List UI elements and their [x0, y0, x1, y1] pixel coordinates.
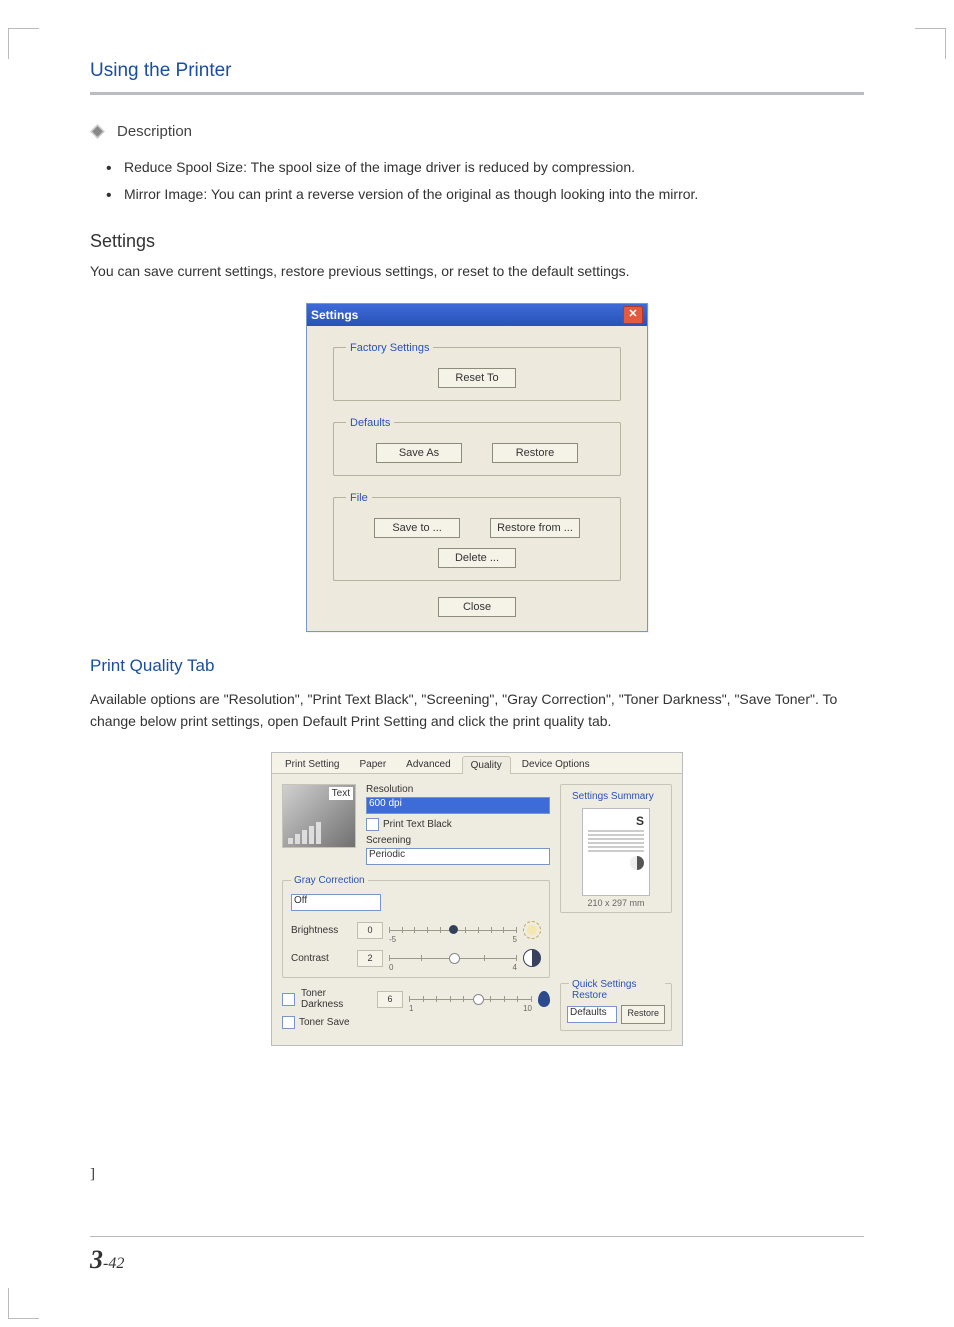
delete-button[interactable]: Delete ...	[438, 548, 516, 568]
tab-quality[interactable]: Quality	[462, 756, 511, 774]
close-icon[interactable]: ✕	[623, 306, 643, 324]
tab-paper[interactable]: Paper	[350, 755, 395, 773]
header-rule	[90, 92, 864, 95]
slider-max: 5	[513, 935, 517, 944]
group-legend: Defaults	[346, 417, 394, 429]
group-legend: Factory Settings	[346, 342, 433, 354]
resolution-label: Resolution	[366, 784, 550, 795]
print-quality-heading: Print Quality Tab	[90, 656, 864, 676]
restore-button[interactable]: Restore	[492, 443, 578, 463]
crop-mark	[915, 28, 946, 59]
list-item: Mirror Image: You can print a reverse ve…	[124, 181, 864, 208]
contrast-value: 2	[357, 950, 383, 967]
brightness-label: Brightness	[291, 925, 351, 936]
print-quality-body: Available options are "Resolution", "Pri…	[90, 688, 864, 733]
contrast-icon	[523, 949, 541, 967]
gray-correction-group: Gray Correction Off Brightness 0 -5 5	[282, 875, 550, 978]
quick-settings-restore-group: Quick Settings Restore Defaults Restore	[560, 983, 672, 1031]
settings-heading: Settings	[90, 231, 864, 252]
page-number: -42	[103, 1255, 124, 1272]
resolution-select[interactable]: 600 dpi	[366, 797, 550, 814]
drop-icon	[538, 991, 550, 1007]
diamond-bullet-icon	[90, 124, 105, 139]
toner-darkness-label: Toner Darkness	[301, 988, 371, 1010]
settings-summary-group: Settings Summary S 210 x 297 mm	[560, 784, 672, 913]
file-group: File Save to ... Restore from ... Delete…	[333, 492, 621, 581]
preview-circle-icon	[630, 856, 644, 870]
sun-icon	[523, 921, 541, 939]
reset-to-button[interactable]: Reset To	[438, 368, 516, 388]
group-legend: Quick Settings Restore	[569, 979, 665, 1001]
slider-max: 4	[513, 963, 517, 972]
preview-thumbnail: Text	[282, 784, 356, 848]
toner-darkness-slider[interactable]: 1 10	[409, 992, 532, 1006]
close-button[interactable]: Close	[438, 597, 516, 617]
print-text-black-checkbox[interactable]	[366, 818, 379, 831]
page-preview: S	[582, 808, 650, 896]
factory-settings-group: Factory Settings Reset To	[333, 342, 621, 401]
toner-darkness-value: 6	[377, 991, 403, 1008]
tab-device-options[interactable]: Device Options	[513, 755, 599, 773]
screening-select[interactable]: Periodic	[366, 848, 550, 865]
dialog-titlebar: Settings ✕	[307, 304, 647, 326]
group-legend: Settings Summary	[569, 791, 657, 802]
toner-darkness-checkbox[interactable]	[282, 993, 295, 1006]
chapter-number: 3	[90, 1245, 103, 1274]
gray-mode-select[interactable]: Off	[291, 894, 381, 911]
group-legend: Gray Correction	[291, 875, 368, 886]
stray-text: ]	[90, 1166, 864, 1183]
page-footer: 3-42	[90, 1236, 864, 1275]
slider-min: 0	[389, 963, 393, 972]
paper-dimensions: 210 x 297 mm	[567, 898, 665, 908]
slider-min: 1	[409, 1004, 413, 1013]
defaults-group: Defaults Save As Restore	[333, 417, 621, 476]
group-legend: File	[346, 492, 372, 504]
thumb-label: Text	[329, 787, 353, 800]
restore-from-button[interactable]: Restore from ...	[490, 518, 580, 538]
page-header: Using the Printer	[90, 60, 864, 82]
description-list: Reduce Spool Size: The spool size of the…	[90, 154, 864, 207]
brightness-slider[interactable]: -5 5	[389, 923, 517, 937]
brightness-value: 0	[357, 922, 383, 939]
dialog-title: Settings	[311, 308, 358, 322]
tab-advanced[interactable]: Advanced	[397, 755, 459, 773]
print-text-black-label: Print Text Black	[383, 819, 452, 830]
list-item: Reduce Spool Size: The spool size of the…	[124, 154, 864, 181]
qsr-restore-button[interactable]: Restore	[621, 1005, 665, 1024]
save-as-button[interactable]: Save As	[376, 443, 462, 463]
toner-save-checkbox[interactable]	[282, 1016, 295, 1029]
crop-mark	[8, 1288, 39, 1319]
toner-save-label: Toner Save	[299, 1017, 350, 1028]
settings-dialog: Settings ✕ Factory Settings Reset To Def…	[306, 303, 648, 632]
settings-body: You can save current settings, restore p…	[90, 260, 864, 282]
contrast-slider[interactable]: 0 4	[389, 951, 517, 965]
screening-label: Screening	[366, 835, 550, 846]
tab-strip: Print Setting Paper Advanced Quality Dev…	[272, 753, 682, 774]
contrast-label: Contrast	[291, 953, 351, 964]
qsr-select[interactable]: Defaults	[567, 1006, 617, 1023]
tab-print-setting[interactable]: Print Setting	[276, 755, 348, 773]
slider-max: 10	[523, 1004, 532, 1013]
slider-min: -5	[389, 935, 396, 944]
save-to-button[interactable]: Save to ...	[374, 518, 460, 538]
print-quality-dialog: Print Setting Paper Advanced Quality Dev…	[271, 752, 683, 1046]
crop-mark	[8, 28, 39, 59]
preview-letter: S	[588, 814, 644, 828]
description-heading: Description	[117, 123, 192, 140]
